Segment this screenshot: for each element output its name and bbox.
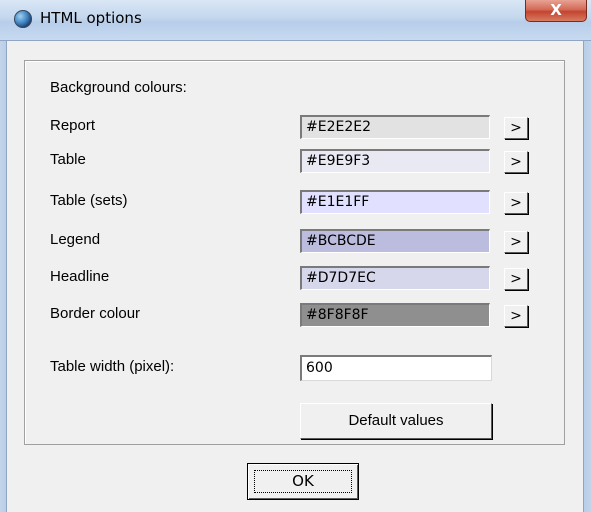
table-sets-label: Table (sets) bbox=[50, 192, 128, 209]
table-colour-picker-button[interactable]: > bbox=[504, 151, 528, 173]
title-bar[interactable]: HTML options X bbox=[0, 0, 591, 41]
report-label: Report bbox=[50, 117, 96, 134]
html-options-dialog: HTML options X Background colours: Repor… bbox=[0, 0, 591, 512]
table-sets-colour-field[interactable]: #E1E1FF bbox=[300, 190, 490, 214]
table-width-input[interactable]: 600 bbox=[300, 355, 492, 381]
table-sets-colour-picker-button[interactable]: > bbox=[504, 192, 528, 214]
ok-button-label: OK bbox=[292, 472, 314, 490]
report-colour-field[interactable]: #E2E2E2 bbox=[300, 115, 490, 139]
ok-button[interactable]: OK bbox=[247, 463, 359, 500]
legend-label: Legend bbox=[50, 231, 101, 248]
window-title: HTML options bbox=[40, 9, 142, 27]
app-globe-icon bbox=[14, 10, 32, 28]
border-colour-field[interactable]: #8F8F8F bbox=[300, 303, 490, 327]
table-label: Table bbox=[50, 151, 86, 168]
headline-label: Headline bbox=[50, 268, 110, 285]
legend-colour-field[interactable]: #BCBCDE bbox=[300, 229, 490, 253]
table-width-label: Table width (pixel): bbox=[50, 358, 175, 375]
default-values-button[interactable]: Default values bbox=[300, 403, 492, 439]
border-colour-label: Border colour bbox=[50, 305, 141, 322]
window-frame-left bbox=[0, 41, 7, 512]
headline-colour-field[interactable]: #D7D7EC bbox=[300, 266, 490, 290]
table-colour-field[interactable]: #E9E9F3 bbox=[300, 149, 490, 173]
report-colour-picker-button[interactable]: > bbox=[504, 117, 528, 139]
background-colours-heading: Background colours: bbox=[50, 79, 187, 96]
border-colour-picker-button[interactable]: > bbox=[504, 305, 528, 327]
headline-colour-picker-button[interactable]: > bbox=[504, 268, 528, 290]
legend-colour-picker-button[interactable]: > bbox=[504, 231, 528, 253]
close-button[interactable]: X bbox=[525, 0, 587, 22]
window-frame-right bbox=[583, 41, 591, 512]
